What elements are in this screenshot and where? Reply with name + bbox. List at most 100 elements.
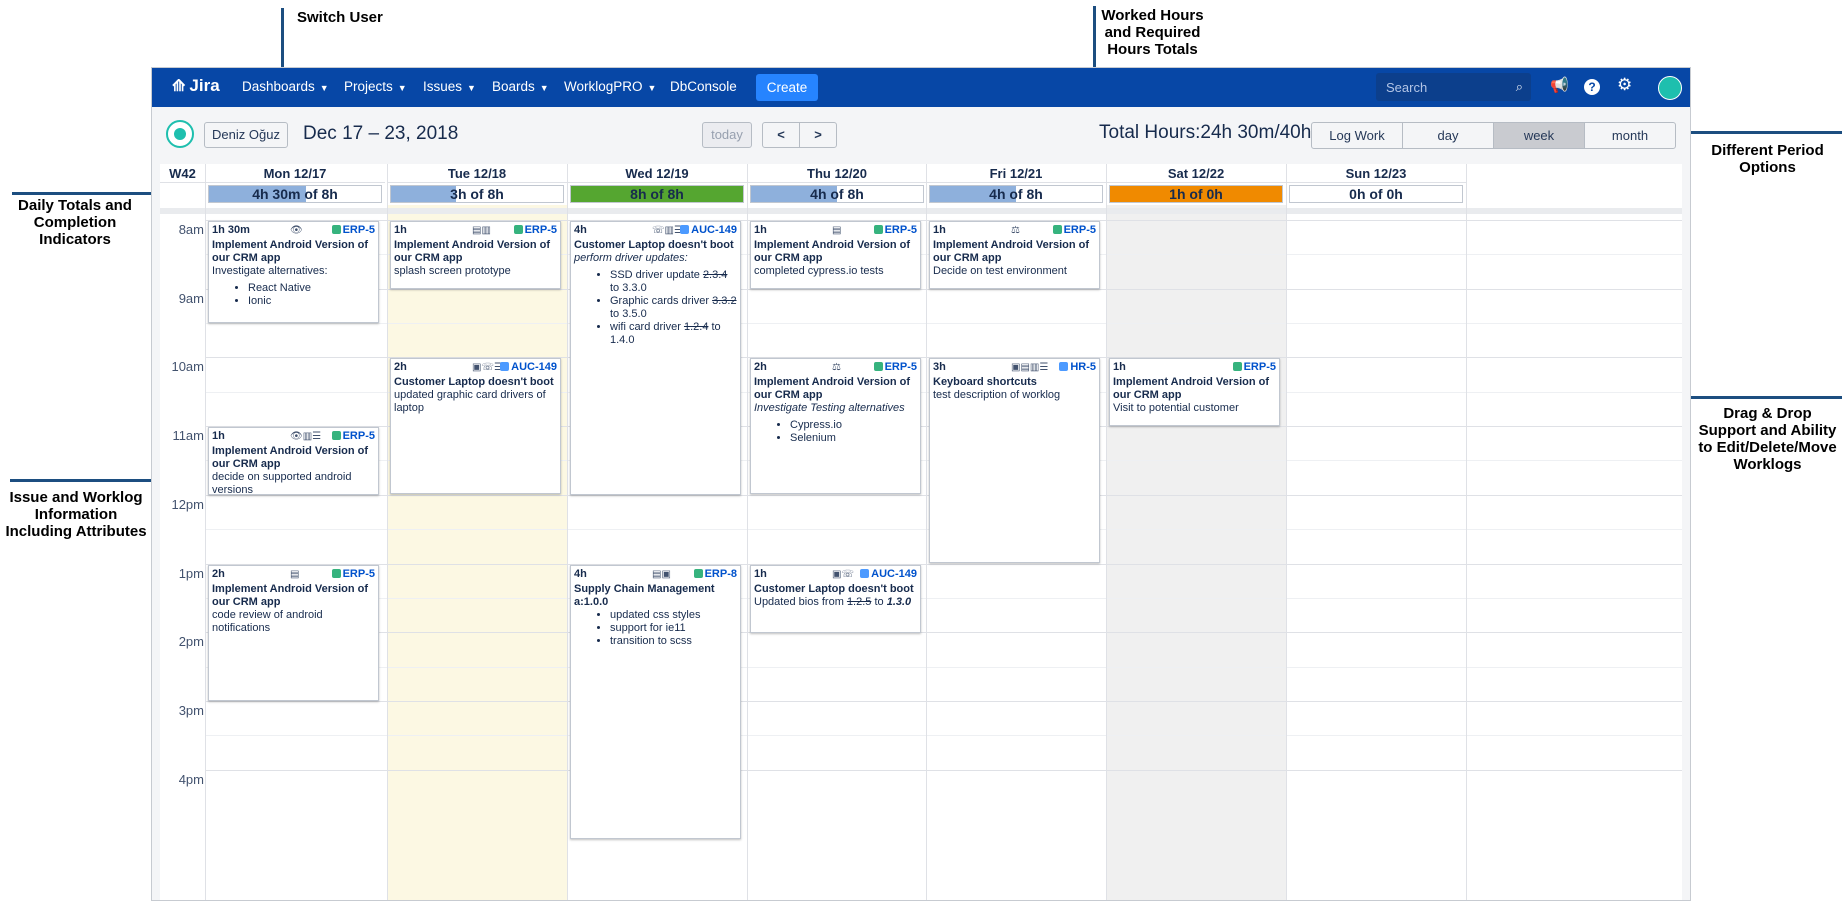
time-label: 3pm [178,703,204,718]
desc-new-version: 1.3.0 [886,596,912,608]
issue-key[interactable]: ERP-5 [873,224,917,237]
log-work-button[interactable]: Log Work [1311,122,1403,149]
list-old-version: 3.3.2 [712,295,737,307]
desc-text: Updated bios from [754,596,847,608]
search-input[interactable]: Search ⌕ [1376,73,1531,101]
today-column [387,205,567,900]
next-button[interactable]: > [799,122,837,148]
issue-key[interactable]: ERP-5 [331,568,375,581]
worklog-header: 1h ERP-5 [1113,361,1276,376]
worklog-card[interactable]: 3h ▣▤▥☰ HR-5 Keyboard shortcuts test descrip… [929,358,1100,563]
task-icon [500,362,510,371]
worklog-card[interactable]: 1h ▤▥ ERP-5 Implement Android Version of ou… [390,221,561,289]
story-icon [873,225,883,234]
attribute-icons: ⚖ [1011,225,1020,236]
chevron-down-icon: ▼ [647,83,657,93]
period-month-button[interactable]: month [1584,122,1676,149]
list-text: to 3.5.0 [610,308,647,320]
attribute-icons: ▣▤▥☰ [1011,362,1049,373]
avatar[interactable] [1658,76,1682,100]
daily-total-label: 8h of 8h [630,186,684,202]
issue-key[interactable]: ERP-8 [693,568,737,581]
worklog-duration: 1h [933,224,946,236]
column-divider [926,164,927,900]
prev-button[interactable]: < [762,122,800,148]
daily-total-label: 4h of 8h [810,186,864,202]
jira-logo-icon: ⟰ [172,78,186,95]
task-icon [1059,362,1069,371]
issue-key-text: AUC-149 [691,224,737,236]
attribute-icons: 👁▥☰ [290,431,322,442]
story-icon [693,569,703,578]
issue-key[interactable]: AUC-149 [680,224,737,237]
callout-switch-user: Switch User [297,9,383,26]
worklog-duration: 1h [754,224,767,236]
story-icon [873,362,883,371]
worklog-card[interactable]: 1h ▤ ERP-5 Implement Android Version of our… [750,221,921,289]
create-button[interactable]: Create [756,74,818,101]
nav-dashboards[interactable]: Dashboards ▼ [242,79,329,94]
help-icon[interactable]: ? [1584,79,1600,95]
callout-issue-info: Issue and Worklog Information Including … [5,489,147,540]
daily-total-label: 1h of 0h [1169,186,1223,202]
period-day-button[interactable]: day [1402,122,1494,149]
worklog-description: decide on supported android versions [212,471,352,495]
nav-boards[interactable]: Boards ▼ [492,79,549,94]
task-icon [860,569,870,578]
issue-key[interactable]: AUC-149 [860,568,917,581]
issue-key[interactable]: ERP-5 [873,361,917,374]
settings-icon[interactable]: ⚙ [1617,75,1632,95]
worklog-list: Cypress.ioSelenium [754,419,917,445]
issue-key[interactable]: ERP-5 [1232,361,1276,374]
callout-line [1665,131,1842,134]
nav-projects[interactable]: Projects ▼ [344,79,407,94]
megaphone-icon[interactable]: 📢 [1550,76,1569,94]
worklog-description: Decide on test environment [933,265,1067,277]
worklog-list-item: Cypress.io [790,419,917,432]
issue-key[interactable]: ERP-5 [513,224,557,237]
worklog-header: 1h 👁▥☰ ERP-5 [212,430,375,445]
worklog-card[interactable]: 4h ▤▣ ERP-8 Supply Chain Management a:1.0.0… [570,565,741,839]
user-avatar[interactable] [166,120,194,148]
worklog-card[interactable]: 1h ⚖ ERP-5 Implement Android Version of our… [929,221,1100,289]
worklog-header: 2h ▣☏☰ AUC-149 [394,361,557,376]
chevron-down-icon: ▼ [467,83,476,93]
jira-logo[interactable]: ⟰ Jira [172,76,220,96]
issue-key[interactable]: HR-5 [1059,361,1096,374]
worklog-duration: 4h [574,224,587,236]
nav-dbconsole[interactable]: DbConsole [670,79,737,94]
worklog-card[interactable]: 2h ▤ ERP-5 Implement Android Version of our… [208,565,379,701]
worklog-card[interactable]: 2h ⚖ ERP-5 Implement Android Version of our… [750,358,921,494]
worklog-card[interactable]: 2h ▣☏☰ AUC-149 Customer Laptop doesn't boot… [390,358,561,494]
attribute-icons: ▣☏ [832,569,854,580]
worklog-card[interactable]: 1h ▣☏ AUC-149 Customer Laptop doesn't boot U… [750,565,921,633]
issue-key[interactable]: AUC-149 [500,361,557,374]
worklog-duration: 1h [1113,361,1126,373]
issue-key-text: ERP-5 [884,224,917,236]
worklog-card[interactable]: 1h 👁▥☰ ERP-5 Implement Android Version of o… [208,427,379,495]
calendar-grid: W42 8am 9am 10am 11am 12pm 1pm 2pm 3pm 4pm Mon 12… [160,164,1682,900]
day-header: Wed 12/19 [567,164,747,183]
issue-key[interactable]: ERP-5 [331,224,375,237]
week-label: W42 [160,164,205,183]
worklog-card[interactable]: 4h ☏▥☰ AUC-149 Customer Laptop doesn't boot… [570,221,741,495]
worklog-duration: 1h [754,568,767,580]
issue-summary: Implement Android Version of our CRM app [754,239,911,264]
worklog-list: updated css stylessupport for ie11transi… [574,609,737,648]
issue-key-text: ERP-5 [884,361,917,373]
nav-worklogpro[interactable]: WorklogPRO ▼ [564,79,656,94]
issue-key[interactable]: ERP-5 [331,430,375,443]
issue-key[interactable]: ERP-5 [1052,224,1096,237]
attribute-icons: ▤ [832,225,842,236]
period-week-button[interactable]: week [1493,122,1585,149]
list-text: to 3.3.0 [610,282,647,294]
daily-total-indicator: 0h of 0h [1289,185,1463,203]
worklog-card[interactable]: 1h ERP-5 Implement Android Version of our … [1109,358,1280,426]
issue-key-text: ERP-5 [342,430,375,442]
switch-user-button[interactable]: Deniz Oğuz [204,122,288,148]
worklog-card[interactable]: 1h 30m 👁 ERP-5 Implement Android Version of… [208,221,379,323]
column-divider [747,164,748,900]
today-button[interactable]: today [702,122,752,148]
date-range: Dec 17 – 23, 2018 [303,123,459,144]
nav-issues[interactable]: Issues ▼ [423,79,476,94]
